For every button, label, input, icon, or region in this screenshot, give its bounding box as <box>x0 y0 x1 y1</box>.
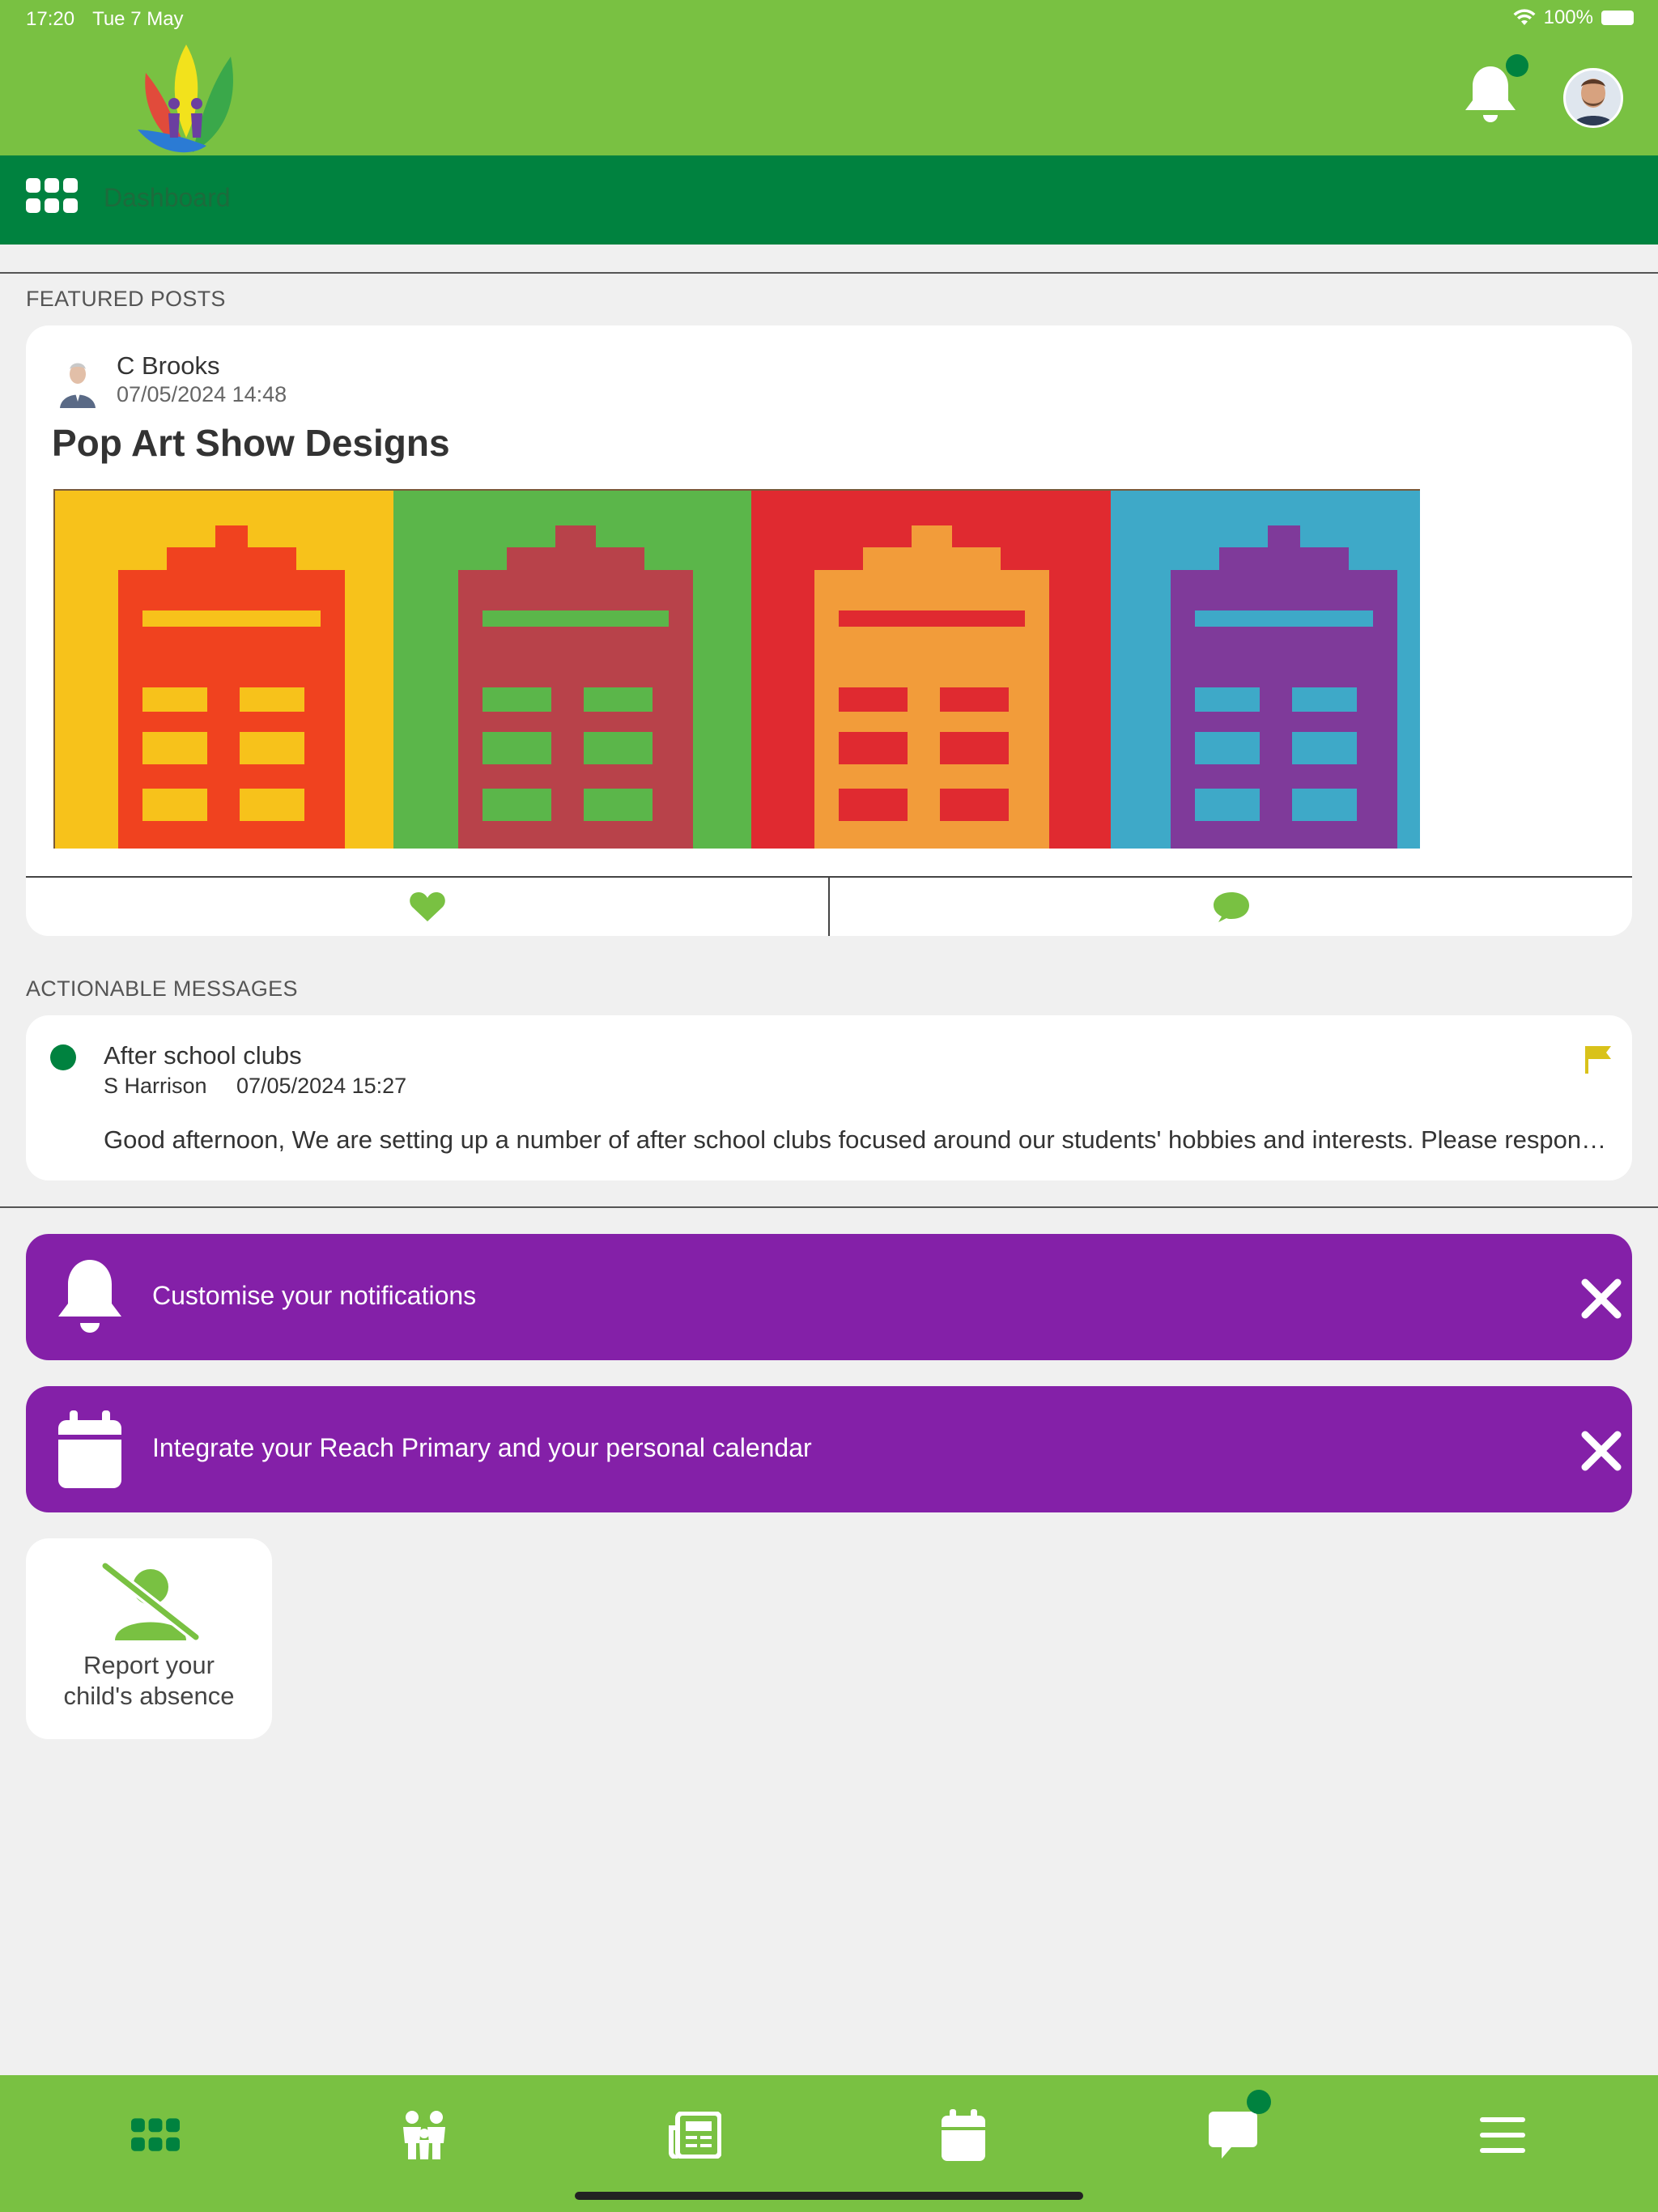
bell-icon <box>58 1260 121 1333</box>
post-date: 07/05/2024 14:48 <box>117 382 287 406</box>
messages-badge <box>1247 2090 1271 2114</box>
message-preview: Good afternoon, We are setting up a numb… <box>104 1125 1609 1154</box>
battery-icon <box>1601 11 1634 25</box>
pop-art-image[interactable] <box>53 489 1420 849</box>
message-sender: S Harrison <box>104 1074 207 1098</box>
calendar-integration-banner[interactable]: Integrate your Reach Primary and your pe… <box>26 1386 1632 1512</box>
flag-icon[interactable] <box>1582 1044 1614 1074</box>
like-button[interactable] <box>26 878 828 936</box>
close-icon[interactable] <box>1579 1428 1624 1474</box>
messages-icon <box>1209 2112 1257 2159</box>
actionable-messages-label: ACTIONABLE MESSAGES <box>26 976 298 1001</box>
divider <box>0 272 1658 274</box>
message-title: After school clubs <box>104 1041 302 1070</box>
news-icon <box>669 2112 721 2159</box>
calendar-icon <box>58 1410 121 1488</box>
apps-grid-icon[interactable] <box>26 178 78 214</box>
status-bar: 17:20 Tue 7 May <box>26 8 184 31</box>
profile-photo <box>1566 70 1621 125</box>
unread-indicator <box>50 1044 76 1070</box>
tab-family[interactable] <box>392 2103 457 2167</box>
calendar-icon <box>942 2109 985 2161</box>
wifi-icon <box>1513 9 1536 25</box>
customise-notifications-banner[interactable]: Customise your notifications <box>26 1234 1632 1360</box>
school-logo <box>138 45 233 153</box>
battery-percent: 100% <box>1543 6 1593 28</box>
featured-posts-label: FEATURED POSTS <box>26 287 226 311</box>
comment-button[interactable] <box>828 878 1632 936</box>
menu-icon <box>1480 2117 1525 2153</box>
notification-badge <box>1506 54 1528 77</box>
featured-post-card[interactable]: C Brooks 07/05/2024 14:48 Pop Art Show D… <box>26 325 1632 936</box>
tile-label-line2: child's absence <box>63 1682 235 1710</box>
heart-icon <box>409 892 445 921</box>
tile-label-line1: Report your <box>83 1651 215 1679</box>
nav-bar: Dashboard <box>0 155 1658 245</box>
tab-news[interactable] <box>662 2103 727 2167</box>
family-icon <box>403 2111 445 2159</box>
author-avatar <box>55 356 100 408</box>
post-actions <box>26 876 1632 936</box>
top-header: 17:20 Tue 7 May 100% <box>0 0 1658 155</box>
close-icon[interactable] <box>1579 1276 1624 1321</box>
home-indicator[interactable] <box>575 2192 1083 2200</box>
actionable-message-card[interactable]: After school clubs S Harrison 07/05/2024… <box>26 1015 1632 1180</box>
person-off-icon <box>100 1563 201 1640</box>
banner-text: Customise your notifications <box>152 1281 477 1310</box>
comment-icon <box>1213 892 1249 922</box>
status-date: Tue 7 May <box>92 8 184 30</box>
tab-dashboard[interactable] <box>123 2103 188 2167</box>
status-right: 100% <box>1513 6 1634 29</box>
tab-menu[interactable] <box>1470 2103 1535 2167</box>
bottom-tab-bar <box>0 2075 1658 2212</box>
post-title: Pop Art Show Designs <box>52 422 450 464</box>
dashboard-icon <box>131 2118 180 2151</box>
message-date: 07/05/2024 15:27 <box>236 1074 407 1098</box>
divider <box>0 1206 1658 1208</box>
banner-text: Integrate your Reach Primary and your pe… <box>152 1433 812 1462</box>
tab-calendar[interactable] <box>931 2103 996 2167</box>
tile-label: Report your child's absence <box>26 1650 272 1712</box>
status-time: 17:20 <box>26 8 75 30</box>
user-avatar[interactable] <box>1563 68 1623 128</box>
post-author: C Brooks <box>117 351 220 380</box>
page-title: Dashboard <box>104 183 231 212</box>
report-absence-tile[interactable]: Report your child's absence <box>26 1538 272 1739</box>
